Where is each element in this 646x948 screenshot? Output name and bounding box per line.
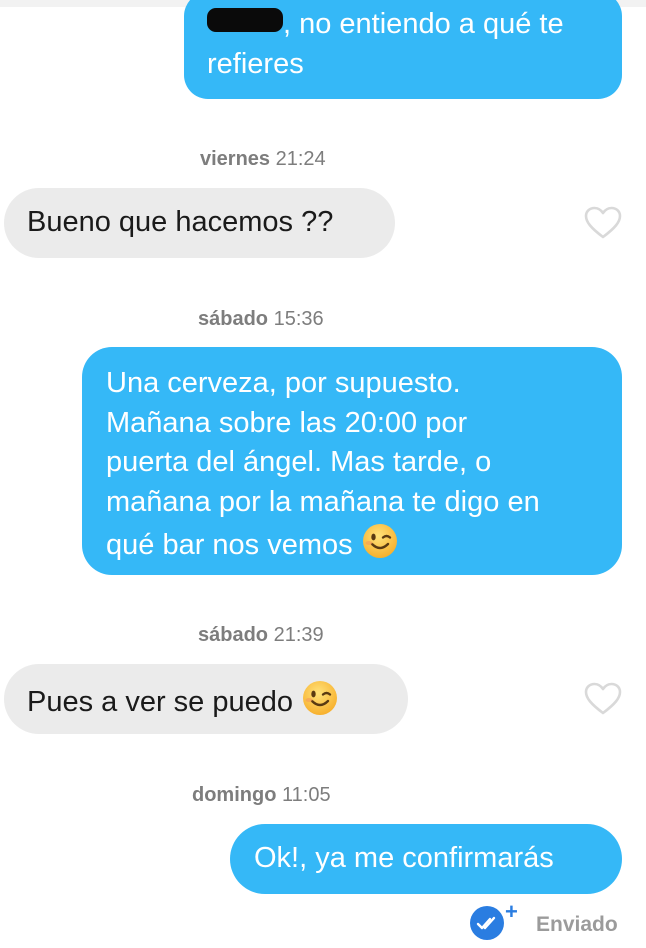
- outgoing-message[interactable]: Una cerveza, por supuesto. Mañana sobre …: [82, 347, 622, 575]
- timestamp: sábado 15:36: [198, 308, 324, 331]
- timestamp-time: 15:36: [273, 308, 324, 330]
- timestamp-day: sábado: [198, 308, 269, 330]
- winking-face-emoji: [362, 524, 397, 558]
- timestamp-day: sábado: [198, 624, 269, 646]
- redacted-name: [207, 8, 283, 32]
- message-line: mañana por la mañana te digo en: [106, 485, 540, 518]
- heart-outline-icon[interactable]: [584, 206, 622, 240]
- message-text: Pues a ver se puedo: [27, 686, 294, 718]
- winking-face-emoji: [303, 681, 338, 715]
- timestamp-time: 21:24: [275, 148, 326, 170]
- timestamp: sábado 21:39: [198, 624, 324, 647]
- message-text: Bueno que hacemos ??: [27, 206, 334, 238]
- message-line: puerta del ángel. Mas tarde, o: [106, 446, 492, 478]
- timestamp-day: viernes: [200, 148, 271, 170]
- double-check-icon: [470, 906, 504, 940]
- outgoing-message[interactable]: Ok!, ya me confirmarás: [230, 824, 622, 894]
- timestamp-time: 11:05: [282, 784, 331, 806]
- timestamp: viernes 21:24: [200, 148, 326, 171]
- message-line: qué bar nos vemos: [106, 522, 622, 566]
- message-text: Ok!, ya me confirmarás: [254, 842, 554, 874]
- message-line: Una cerveza, por supuesto.: [106, 367, 461, 399]
- heart-outline-icon[interactable]: [584, 682, 622, 716]
- message-line: refieres: [207, 47, 304, 80]
- outgoing-message[interactable]: , no entiendo a qué te refieres: [184, 0, 622, 99]
- incoming-message[interactable]: Bueno que hacemos ??: [4, 188, 395, 258]
- message-text: , no entiendo a qué te: [283, 8, 564, 40]
- timestamp-time: 21:39: [273, 624, 324, 646]
- timestamp: domingo 11:05: [192, 784, 331, 807]
- incoming-message[interactable]: Pues a ver se puedo: [4, 664, 408, 734]
- timestamp-day: domingo: [192, 784, 277, 806]
- message-text: qué bar nos vemos: [106, 529, 353, 561]
- message-line: , no entiendo a qué te: [207, 5, 622, 45]
- plus-icon: +: [505, 899, 518, 924]
- status-label: Enviado: [536, 913, 618, 936]
- message-line: Mañana sobre las 20:00 por: [106, 406, 468, 439]
- double-check-glyph: [476, 916, 496, 930]
